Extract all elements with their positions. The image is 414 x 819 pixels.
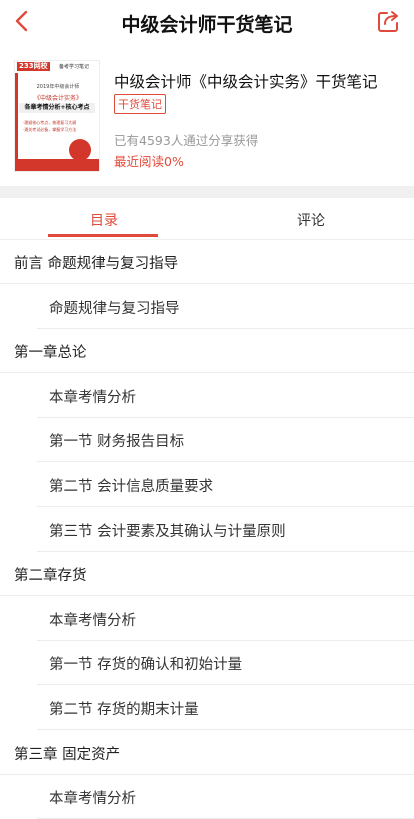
toc-section-item[interactable]: 命题规律与复习指导 bbox=[0, 285, 414, 329]
section-divider bbox=[0, 186, 414, 198]
toc-section-item[interactable]: 第一节 财务报告目标 bbox=[0, 418, 414, 463]
active-tab-indicator bbox=[48, 234, 158, 237]
cover-band: 各章考情分析+核心考点 bbox=[19, 103, 95, 113]
toc-item-label: 第一节 财务报告目标 bbox=[49, 434, 185, 451]
cover-line1: 2019年中级会计师 bbox=[36, 84, 80, 90]
toc-item-label: 本章考情分析 bbox=[49, 612, 136, 629]
toc-section-item[interactable]: 第一节 存货的确认和初始计量 bbox=[0, 641, 414, 686]
book-cover-image[interactable]: 233网校 备考学习笔记 2019年中级会计师 《中级会计实务》 各章考情分析+… bbox=[14, 60, 100, 172]
share-count-text: 已有4593人通过分享获得 bbox=[114, 133, 259, 148]
cover-bottom-band bbox=[15, 159, 99, 171]
toc-item-label: 本章考情分析 bbox=[49, 389, 136, 406]
toc-section-item[interactable]: 本章考情分析 bbox=[0, 597, 414, 641]
cover-bullets: ·理顺核心考点，梳理复习大纲 ·通关考试必备，掌握学习方法 bbox=[23, 119, 76, 133]
toc-section-item[interactable]: 第二节 存货的期末计量 bbox=[0, 686, 414, 730]
toc-section-item[interactable]: 第二节 会计信息质量要求 bbox=[0, 463, 414, 507]
cover-bullet-2: ·通关考试必备，掌握学习方法 bbox=[23, 127, 77, 132]
page-title: 中级会计师干货笔记 bbox=[121, 14, 293, 36]
toc-item-label: 命题规律与复习指导 bbox=[49, 300, 180, 317]
toc-section-item[interactable]: 本章考情分析 bbox=[0, 775, 414, 819]
toc-item-label: 第三章 固定资产 bbox=[14, 746, 121, 763]
toc-item-label: 第一节 存货的确认和初始计量 bbox=[49, 657, 243, 674]
tab-comments[interactable]: 评论 bbox=[297, 210, 325, 230]
book-title: 中级会计师《中级会计实务》干货笔记 bbox=[114, 73, 378, 91]
toc-item-label: 第二节 会计信息质量要求 bbox=[49, 479, 214, 495]
toc-item-label: 第二章存货 bbox=[14, 568, 87, 585]
share-button[interactable] bbox=[376, 8, 402, 34]
cover-logo: 233网校 bbox=[17, 62, 50, 71]
toc-item-label: 第三节 会计要素及其确认与计量原则 bbox=[49, 523, 286, 540]
book-tag: 干货笔记 bbox=[114, 94, 166, 114]
tab-bar: 目录 评论 bbox=[0, 198, 414, 240]
cover-line2: 《中级会计实务》 bbox=[33, 95, 82, 102]
cover-stamp bbox=[69, 139, 91, 161]
toc-chapter-item[interactable]: 第二章存货 bbox=[0, 552, 414, 597]
share-icon bbox=[378, 11, 398, 32]
toc-chapter-item[interactable]: 第三章 固定资产 bbox=[0, 731, 414, 775]
toc-item-label: 前言 命题规律与复习指导 bbox=[14, 256, 179, 272]
reading-progress-text: 最近阅读0% bbox=[114, 154, 184, 169]
cover-red-bar bbox=[15, 73, 18, 171]
toc-item-label: 第二节 存货的期末计量 bbox=[49, 702, 199, 718]
book-info-card: 233网校 备考学习笔记 2019年中级会计师 《中级会计实务》 各章考情分析+… bbox=[0, 44, 414, 186]
tab-toc[interactable]: 目录 bbox=[90, 210, 118, 230]
toc-chapter-item[interactable]: 第一章总论 bbox=[0, 329, 414, 374]
cover-bullet-1: ·理顺核心考点，梳理复习大纲 bbox=[23, 120, 77, 125]
toc-section-item[interactable]: 第三节 会计要素及其确认与计量原则 bbox=[0, 508, 414, 552]
toc-section-item[interactable]: 本章考情分析 bbox=[0, 374, 414, 418]
toc-item-label: 第一章总论 bbox=[14, 345, 87, 362]
toc-chapter-item[interactable]: 前言 命题规律与复习指导 bbox=[0, 240, 414, 284]
toc-item-label: 本章考情分析 bbox=[49, 791, 136, 808]
cover-header-text: 备考学习笔记 bbox=[59, 64, 90, 70]
top-nav-bar: 中级会计师干货笔记 bbox=[0, 0, 414, 44]
